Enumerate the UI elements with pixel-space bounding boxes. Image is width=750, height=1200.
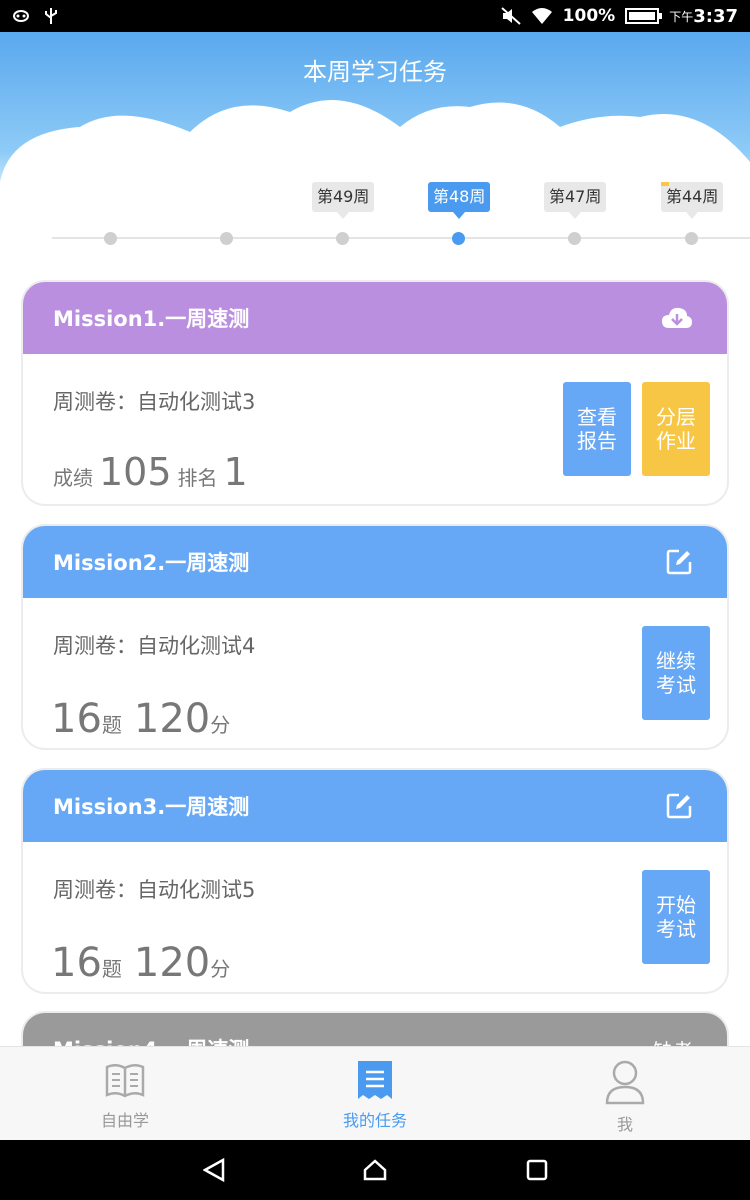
week-tag-48[interactable]: 第48周 [428, 182, 491, 219]
page-title: 本周学习任务 [303, 58, 447, 86]
week-tag-44[interactable]: 第44周 [661, 182, 724, 219]
mission-card-1[interactable]: Mission1.一周速测 周测卷：自动化测试3 成绩 105 排名 1 查看报… [23, 282, 727, 504]
start-exam-button[interactable]: 开始考试 [642, 870, 710, 964]
total-points: 120 [133, 696, 211, 742]
mute-icon [501, 7, 521, 25]
points-unit: 分 [210, 713, 231, 737]
battery-percent: 100% [562, 6, 616, 26]
tiered-homework-button[interactable]: 分层作业 [642, 382, 710, 476]
mission-card-header: Mission3.一周速测 [23, 770, 727, 842]
cloud-download-icon[interactable] [661, 306, 693, 330]
week-timeline[interactable]: 第49周 第48周 第47周 第44周 [0, 180, 750, 260]
timeline-dot[interactable] [104, 232, 117, 245]
book-icon [105, 1064, 145, 1098]
usb-icon [45, 8, 57, 24]
score-line: 成绩 105 排名 1 [53, 450, 254, 494]
mission-card-2[interactable]: Mission2.一周速测 周测卷：自动化测试4 16 题 120 分 继续考试 [23, 526, 727, 748]
timeline-dot-active[interactable] [452, 232, 465, 245]
mission-card-header: Mission1.一周速测 [23, 282, 727, 354]
nav-label: 我 [616, 1115, 633, 1134]
total-points: 120 [133, 940, 211, 986]
nav-label: 自由学 [100, 1111, 149, 1130]
battery-icon [625, 8, 663, 24]
paper-name: 周测卷：自动化测试4 [53, 634, 256, 658]
home-icon[interactable] [363, 1158, 387, 1182]
points-unit: 分 [210, 957, 231, 981]
question-count: 16 [51, 940, 102, 986]
week-tag-47[interactable]: 第47周 [544, 182, 607, 219]
notification-icon [13, 10, 29, 22]
new-badge [661, 182, 669, 186]
time-prefix: 下午 [669, 9, 694, 24]
task-list-icon [358, 1061, 392, 1099]
edit-icon[interactable] [665, 548, 693, 576]
timeline-track [52, 237, 750, 239]
week-tag-49[interactable]: 第49周 [312, 182, 375, 219]
timeline-dot[interactable] [685, 232, 698, 245]
question-unit: 题 [101, 713, 122, 737]
status-bar: 100% 下午 3:37 [0, 0, 750, 32]
continue-exam-button[interactable]: 继续考试 [642, 626, 710, 720]
system-navigation-bar [0, 1140, 750, 1200]
question-summary: 16 题 120 分 [51, 696, 242, 742]
mission-card-3[interactable]: Mission3.一周速测 周测卷：自动化测试5 16 题 120 分 开始考试 [23, 770, 727, 992]
timeline-dot[interactable] [568, 232, 581, 245]
clock: 3:37 [693, 5, 738, 27]
nav-my-tasks[interactable]: 我的任务 [250, 1047, 500, 1140]
paper-name: 周测卷：自动化测试3 [53, 390, 256, 414]
back-icon[interactable] [203, 1158, 225, 1182]
score-value: 105 [99, 450, 172, 494]
timeline-dot[interactable] [220, 232, 233, 245]
mission-card-body: 周测卷：自动化测试5 16 题 120 分 开始考试 [23, 842, 727, 992]
timeline-dot[interactable] [336, 232, 349, 245]
mission-card-body: 周测卷：自动化测试4 16 题 120 分 继续考试 [23, 598, 727, 748]
paper-name: 周测卷：自动化测试5 [53, 878, 256, 902]
mission-card-body: 周测卷：自动化测试3 成绩 105 排名 1 查看报告 分层作业 [23, 354, 727, 504]
question-unit: 题 [101, 957, 122, 981]
rank-value: 1 [223, 450, 248, 494]
rank-label: 排名 [177, 466, 218, 490]
nav-free-study[interactable]: 自由学 [0, 1047, 250, 1140]
mission-title: Mission3.一周速测 [53, 795, 250, 819]
mission-card-header: Mission2.一周速测 [23, 526, 727, 598]
nav-label: 我的任务 [342, 1111, 407, 1130]
mission-title: Mission2.一周速测 [53, 551, 250, 575]
edit-icon[interactable] [665, 792, 693, 820]
nav-me[interactable]: 我 [500, 1047, 750, 1140]
question-count: 16 [51, 696, 102, 742]
question-summary: 16 题 120 分 [51, 940, 242, 986]
mission-title: Mission1.一周速测 [53, 307, 250, 331]
wifi-icon [531, 8, 552, 24]
bottom-navigation: 自由学 我的任务 我 [0, 1046, 750, 1140]
view-report-button[interactable]: 查看报告 [563, 382, 631, 476]
recent-apps-icon[interactable] [526, 1159, 548, 1181]
score-label: 成绩 [53, 466, 93, 490]
user-icon [605, 1060, 645, 1105]
